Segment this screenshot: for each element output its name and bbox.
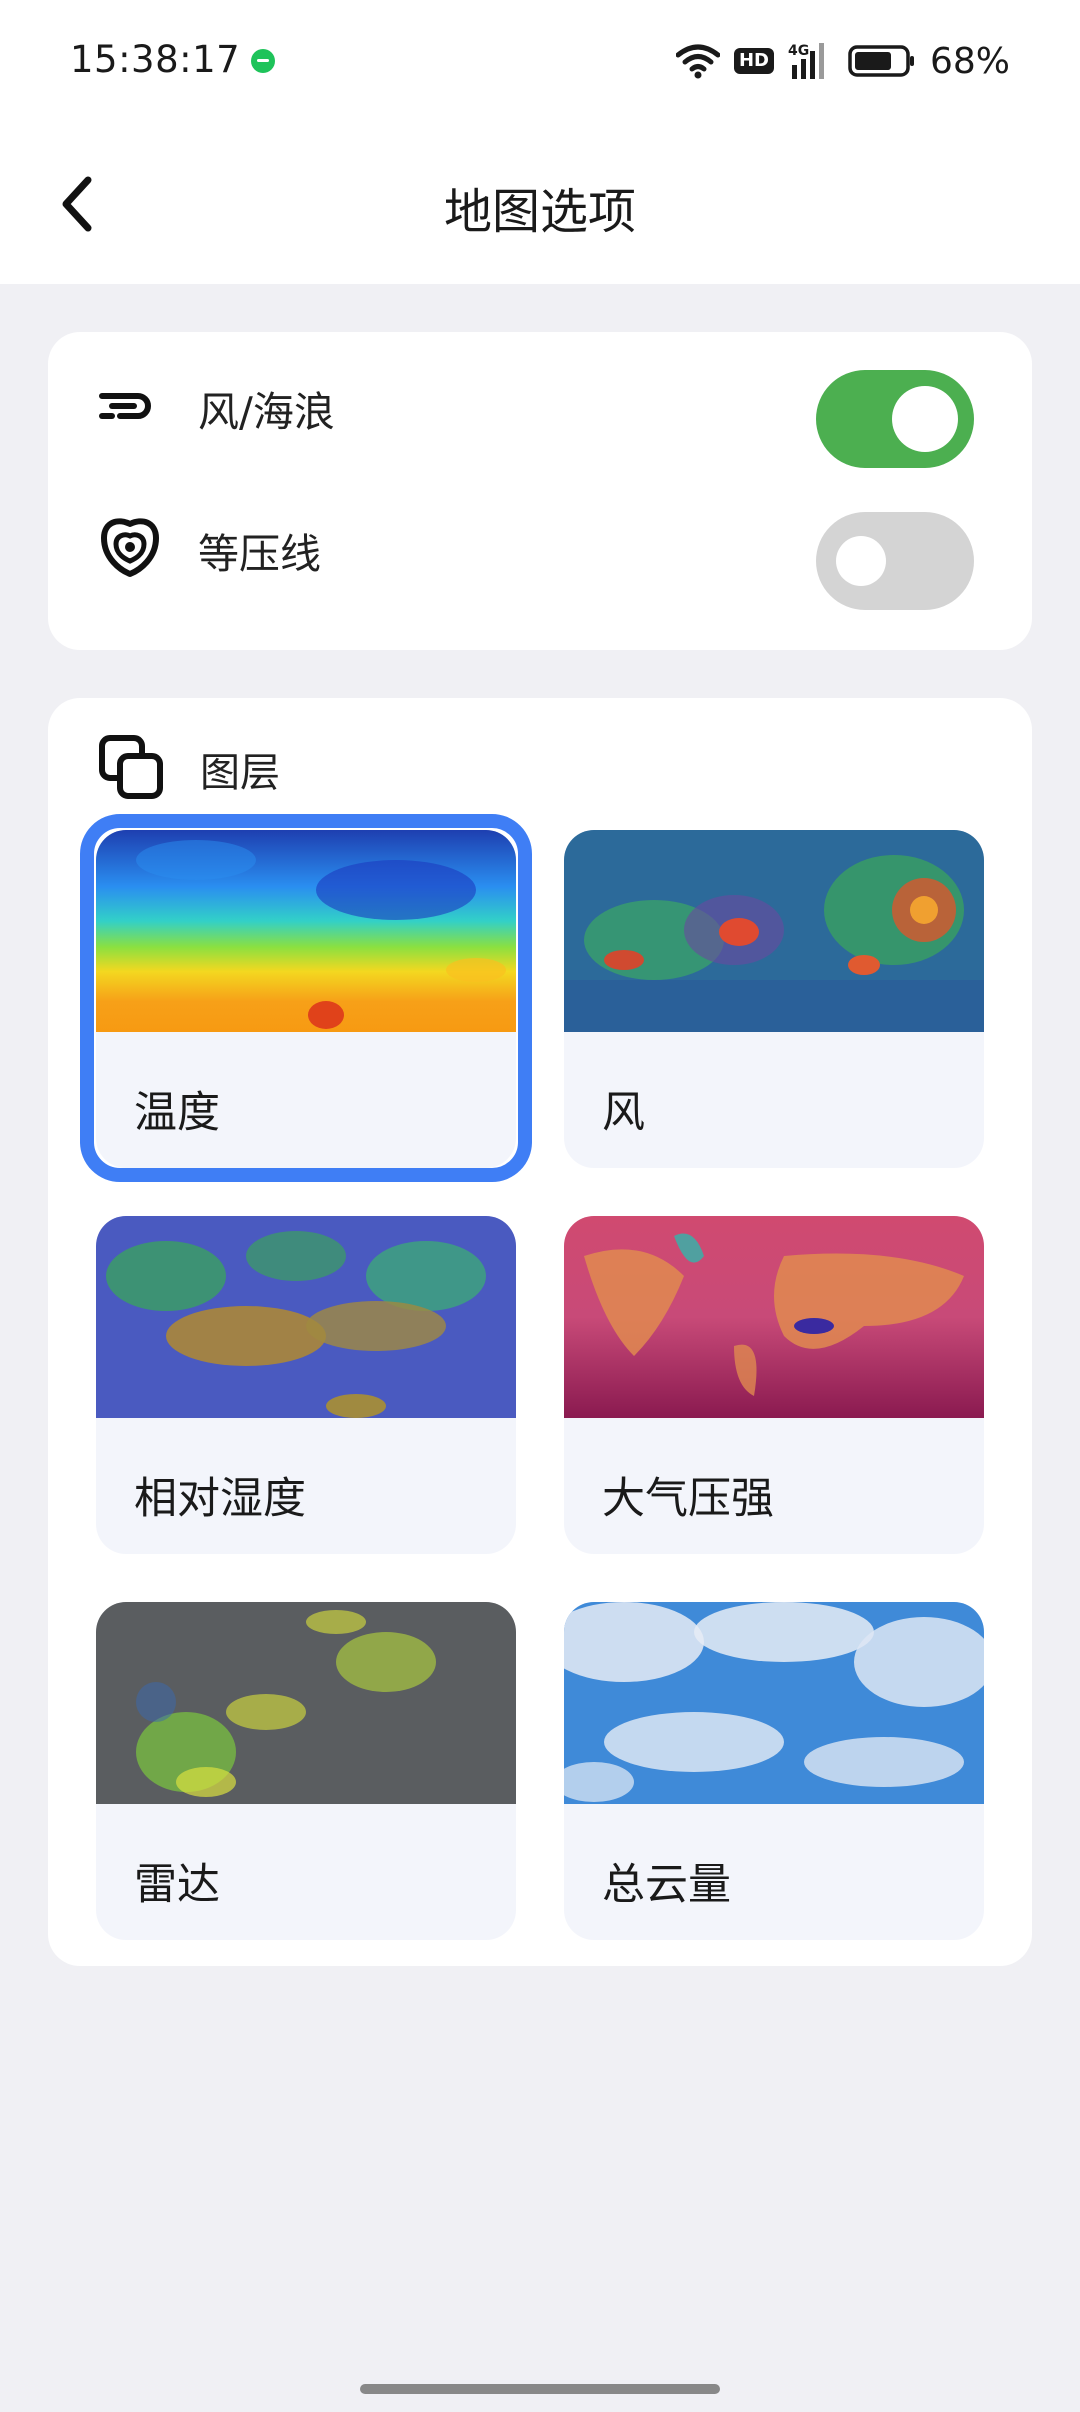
- toggle-label-isobar: 等压线: [198, 530, 321, 578]
- wind-wave-switch[interactable]: [816, 370, 974, 468]
- humidity-map-thumbnail: [96, 1216, 516, 1418]
- svg-text:4G: 4G: [788, 43, 809, 59]
- layer-label: 风: [602, 1088, 645, 1138]
- layer-tile-cloud[interactable]: 总云量: [564, 1602, 984, 1940]
- cloud-map-thumbnail: [564, 1602, 984, 1804]
- wifi-icon: [675, 44, 720, 79]
- overlay-toggles-card: 风/海浪 等压线: [48, 332, 1032, 650]
- layer-tile-humidity[interactable]: 相对湿度: [96, 1216, 516, 1554]
- layer-label: 大气压强: [602, 1474, 774, 1524]
- status-bar: 15:38:17 HD 4G 68%: [0, 0, 1080, 124]
- layer-label: 相对湿度: [134, 1474, 306, 1524]
- layer-tile-radar[interactable]: 雷达: [96, 1602, 516, 1940]
- toggle-row-wind-wave[interactable]: 风/海浪: [48, 332, 1032, 472]
- layers-card: 图层 温度 风 相对湿度 大气压强 雷达 总云量: [48, 698, 1032, 1966]
- layer-tile-temperature[interactable]: 温度: [96, 830, 516, 1168]
- layer-tile-wind[interactable]: 风: [564, 830, 984, 1168]
- layers-title: 图层: [200, 750, 280, 796]
- isobar-switch[interactable]: [816, 512, 974, 610]
- switch-knob: [836, 536, 886, 586]
- temperature-map-thumbnail: [96, 830, 516, 1032]
- status-icons: HD 4G 68%: [675, 38, 1010, 84]
- layers-icon: [99, 735, 163, 799]
- home-indicator[interactable]: [360, 2384, 720, 2394]
- hd-badge: HD: [733, 48, 774, 74]
- app-header: 地图选项: [0, 124, 1080, 284]
- toggle-row-isobar[interactable]: 等压线: [48, 474, 1032, 614]
- radar-map-thumbnail: [96, 1602, 516, 1804]
- isobar-icon: [101, 518, 159, 577]
- wind-wave-icon: [99, 393, 151, 419]
- pressure-map-thumbnail: [564, 1216, 984, 1418]
- status-time: 15:38:17: [70, 38, 241, 81]
- toggle-label-wind-wave: 风/海浪: [198, 388, 335, 436]
- layer-label: 温度: [134, 1088, 220, 1138]
- battery-percent: 68%: [929, 40, 1010, 82]
- page-title: 地图选项: [443, 184, 636, 240]
- layer-tile-pressure[interactable]: 大气压强: [564, 1216, 984, 1554]
- notification-dot-icon: [251, 49, 275, 73]
- layer-label: 总云量: [602, 1860, 731, 1910]
- switch-knob: [892, 386, 958, 452]
- layer-label: 雷达: [134, 1860, 220, 1910]
- wind-map-thumbnail: [564, 830, 984, 1032]
- signal-icon: 4G: [788, 43, 824, 79]
- battery-icon: [848, 45, 914, 77]
